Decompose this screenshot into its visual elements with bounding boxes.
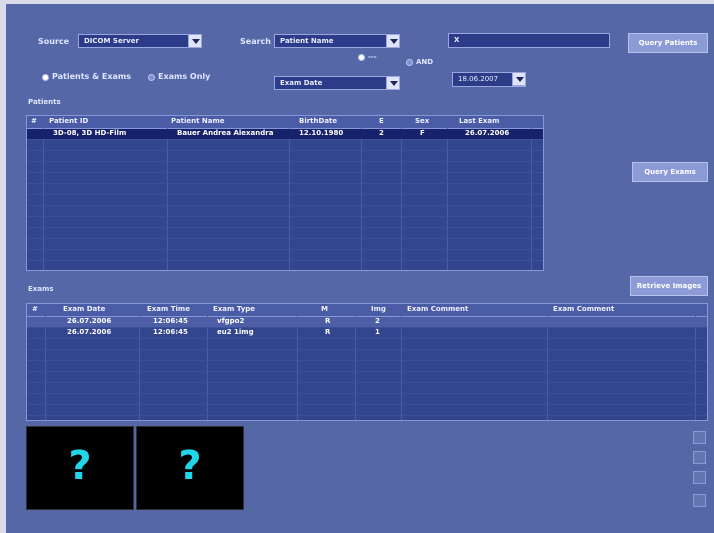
scroll-up-icon[interactable] — [693, 431, 706, 444]
logic-dash-radio[interactable] — [358, 54, 365, 61]
chevron-down-icon[interactable] — [188, 34, 202, 48]
last-exam-cell: 26.07.2006 — [465, 129, 510, 137]
page-up-icon[interactable] — [693, 451, 706, 464]
col-sex[interactable]: Sex — [415, 117, 429, 125]
img-cell: 1 — [375, 328, 380, 336]
unknown-image-icon: ? — [178, 443, 202, 489]
search-field-value: Patient Name — [280, 37, 334, 45]
patients-table: # Patient ID Patient Name BirthDate E Se… — [26, 115, 544, 271]
col-last-exam[interactable]: Last Exam — [459, 117, 499, 125]
col-m[interactable]: M — [321, 305, 328, 313]
source-label: Source — [38, 37, 70, 46]
logic-dash-label: --- — [368, 53, 377, 61]
col-exam-comment-2[interactable]: Exam Comment — [553, 305, 614, 313]
col-patient-id[interactable]: Patient ID — [49, 117, 88, 125]
date-value-field[interactable]: 18.06.2007 — [452, 72, 526, 87]
page-down-icon[interactable] — [693, 471, 706, 484]
m-cell: R — [325, 317, 331, 325]
chevron-down-icon[interactable] — [386, 34, 400, 48]
patient-name-cell: Bauer Andrea Alexandra — [177, 129, 274, 137]
image-thumbnail[interactable]: ? — [26, 426, 134, 510]
table-row[interactable]: 26.07.2006 12:06:45 eu2 1img R 1 — [27, 328, 707, 339]
scope-exams-only-label: Exams Only — [158, 72, 211, 81]
col-e[interactable]: E — [379, 117, 384, 125]
date-field-dropdown[interactable]: Exam Date — [274, 76, 400, 90]
date-value-text: 18.06.2007 — [458, 75, 499, 83]
img-cell: 2 — [375, 317, 380, 325]
application-window: Source DICOM Server Search Patient Name … — [6, 4, 714, 533]
query-exams-button[interactable]: Query Exams — [632, 162, 708, 182]
calendar-dropdown-icon[interactable] — [512, 72, 526, 86]
date-field-value: Exam Date — [280, 79, 323, 87]
chevron-down-icon[interactable] — [386, 76, 400, 90]
source-value: DICOM Server — [84, 37, 139, 45]
scope-patients-exams-radio[interactable] — [42, 74, 49, 81]
search-label: Search — [240, 37, 271, 46]
retrieve-images-button[interactable]: Retrieve Images — [630, 276, 708, 296]
col-exam-comment-1[interactable]: Exam Comment — [407, 305, 468, 313]
search-input-value: X — [454, 36, 460, 44]
exam-date-cell: 26.07.2006 — [67, 317, 112, 325]
e-cell: 2 — [379, 129, 384, 137]
col-exam-type[interactable]: Exam Type — [213, 305, 255, 313]
search-field-dropdown[interactable]: Patient Name — [274, 34, 400, 48]
exam-date-cell: 26.07.2006 — [67, 328, 112, 336]
col-img[interactable]: Img — [371, 305, 386, 313]
unknown-image-icon: ? — [68, 443, 92, 489]
exam-type-cell: vfgpo2 — [217, 317, 245, 325]
exam-time-cell: 12:06:45 — [153, 328, 188, 336]
col-num[interactable]: # — [31, 117, 37, 125]
table-row[interactable]: 3D-08, 3D HD-Film Bauer Andrea Alexandra… — [27, 129, 543, 140]
logic-and-radio[interactable] — [406, 59, 413, 66]
sex-cell: F — [420, 129, 425, 137]
scope-exams-only-radio[interactable] — [148, 74, 155, 81]
scroll-down-icon[interactable] — [693, 494, 706, 507]
table-row[interactable]: 26.07.2006 12:06:45 vfgpo2 R 2 — [27, 317, 707, 328]
col-birthdate[interactable]: BirthDate — [299, 117, 337, 125]
col-patient-name[interactable]: Patient Name — [171, 117, 225, 125]
scope-patients-exams-label: Patients & Exams — [52, 72, 131, 81]
image-thumbnail[interactable]: ? — [136, 426, 244, 510]
exam-time-cell: 12:06:45 — [153, 317, 188, 325]
patients-section-title: Patients — [28, 98, 61, 106]
col-num[interactable]: # — [32, 305, 38, 313]
patients-table-header: # Patient ID Patient Name BirthDate E Se… — [27, 116, 543, 129]
exam-type-cell: eu2 1img — [217, 328, 254, 336]
col-exam-date[interactable]: Exam Date — [63, 305, 105, 313]
m-cell: R — [325, 328, 331, 336]
source-dropdown[interactable]: DICOM Server — [78, 34, 202, 48]
exams-table: # Exam Date Exam Time Exam Type M Img Ex… — [26, 303, 708, 421]
search-input[interactable]: X — [448, 33, 610, 48]
exams-section-title: Exams — [28, 285, 54, 293]
col-exam-time[interactable]: Exam Time — [147, 305, 190, 313]
patient-id-cell: 3D-08, 3D HD-Film — [53, 129, 127, 137]
logic-and-label: AND — [416, 58, 434, 66]
query-patients-button[interactable]: Query Patients — [628, 33, 708, 53]
exams-table-header: # Exam Date Exam Time Exam Type M Img Ex… — [27, 304, 707, 317]
birthdate-cell: 12.10.1980 — [299, 129, 344, 137]
